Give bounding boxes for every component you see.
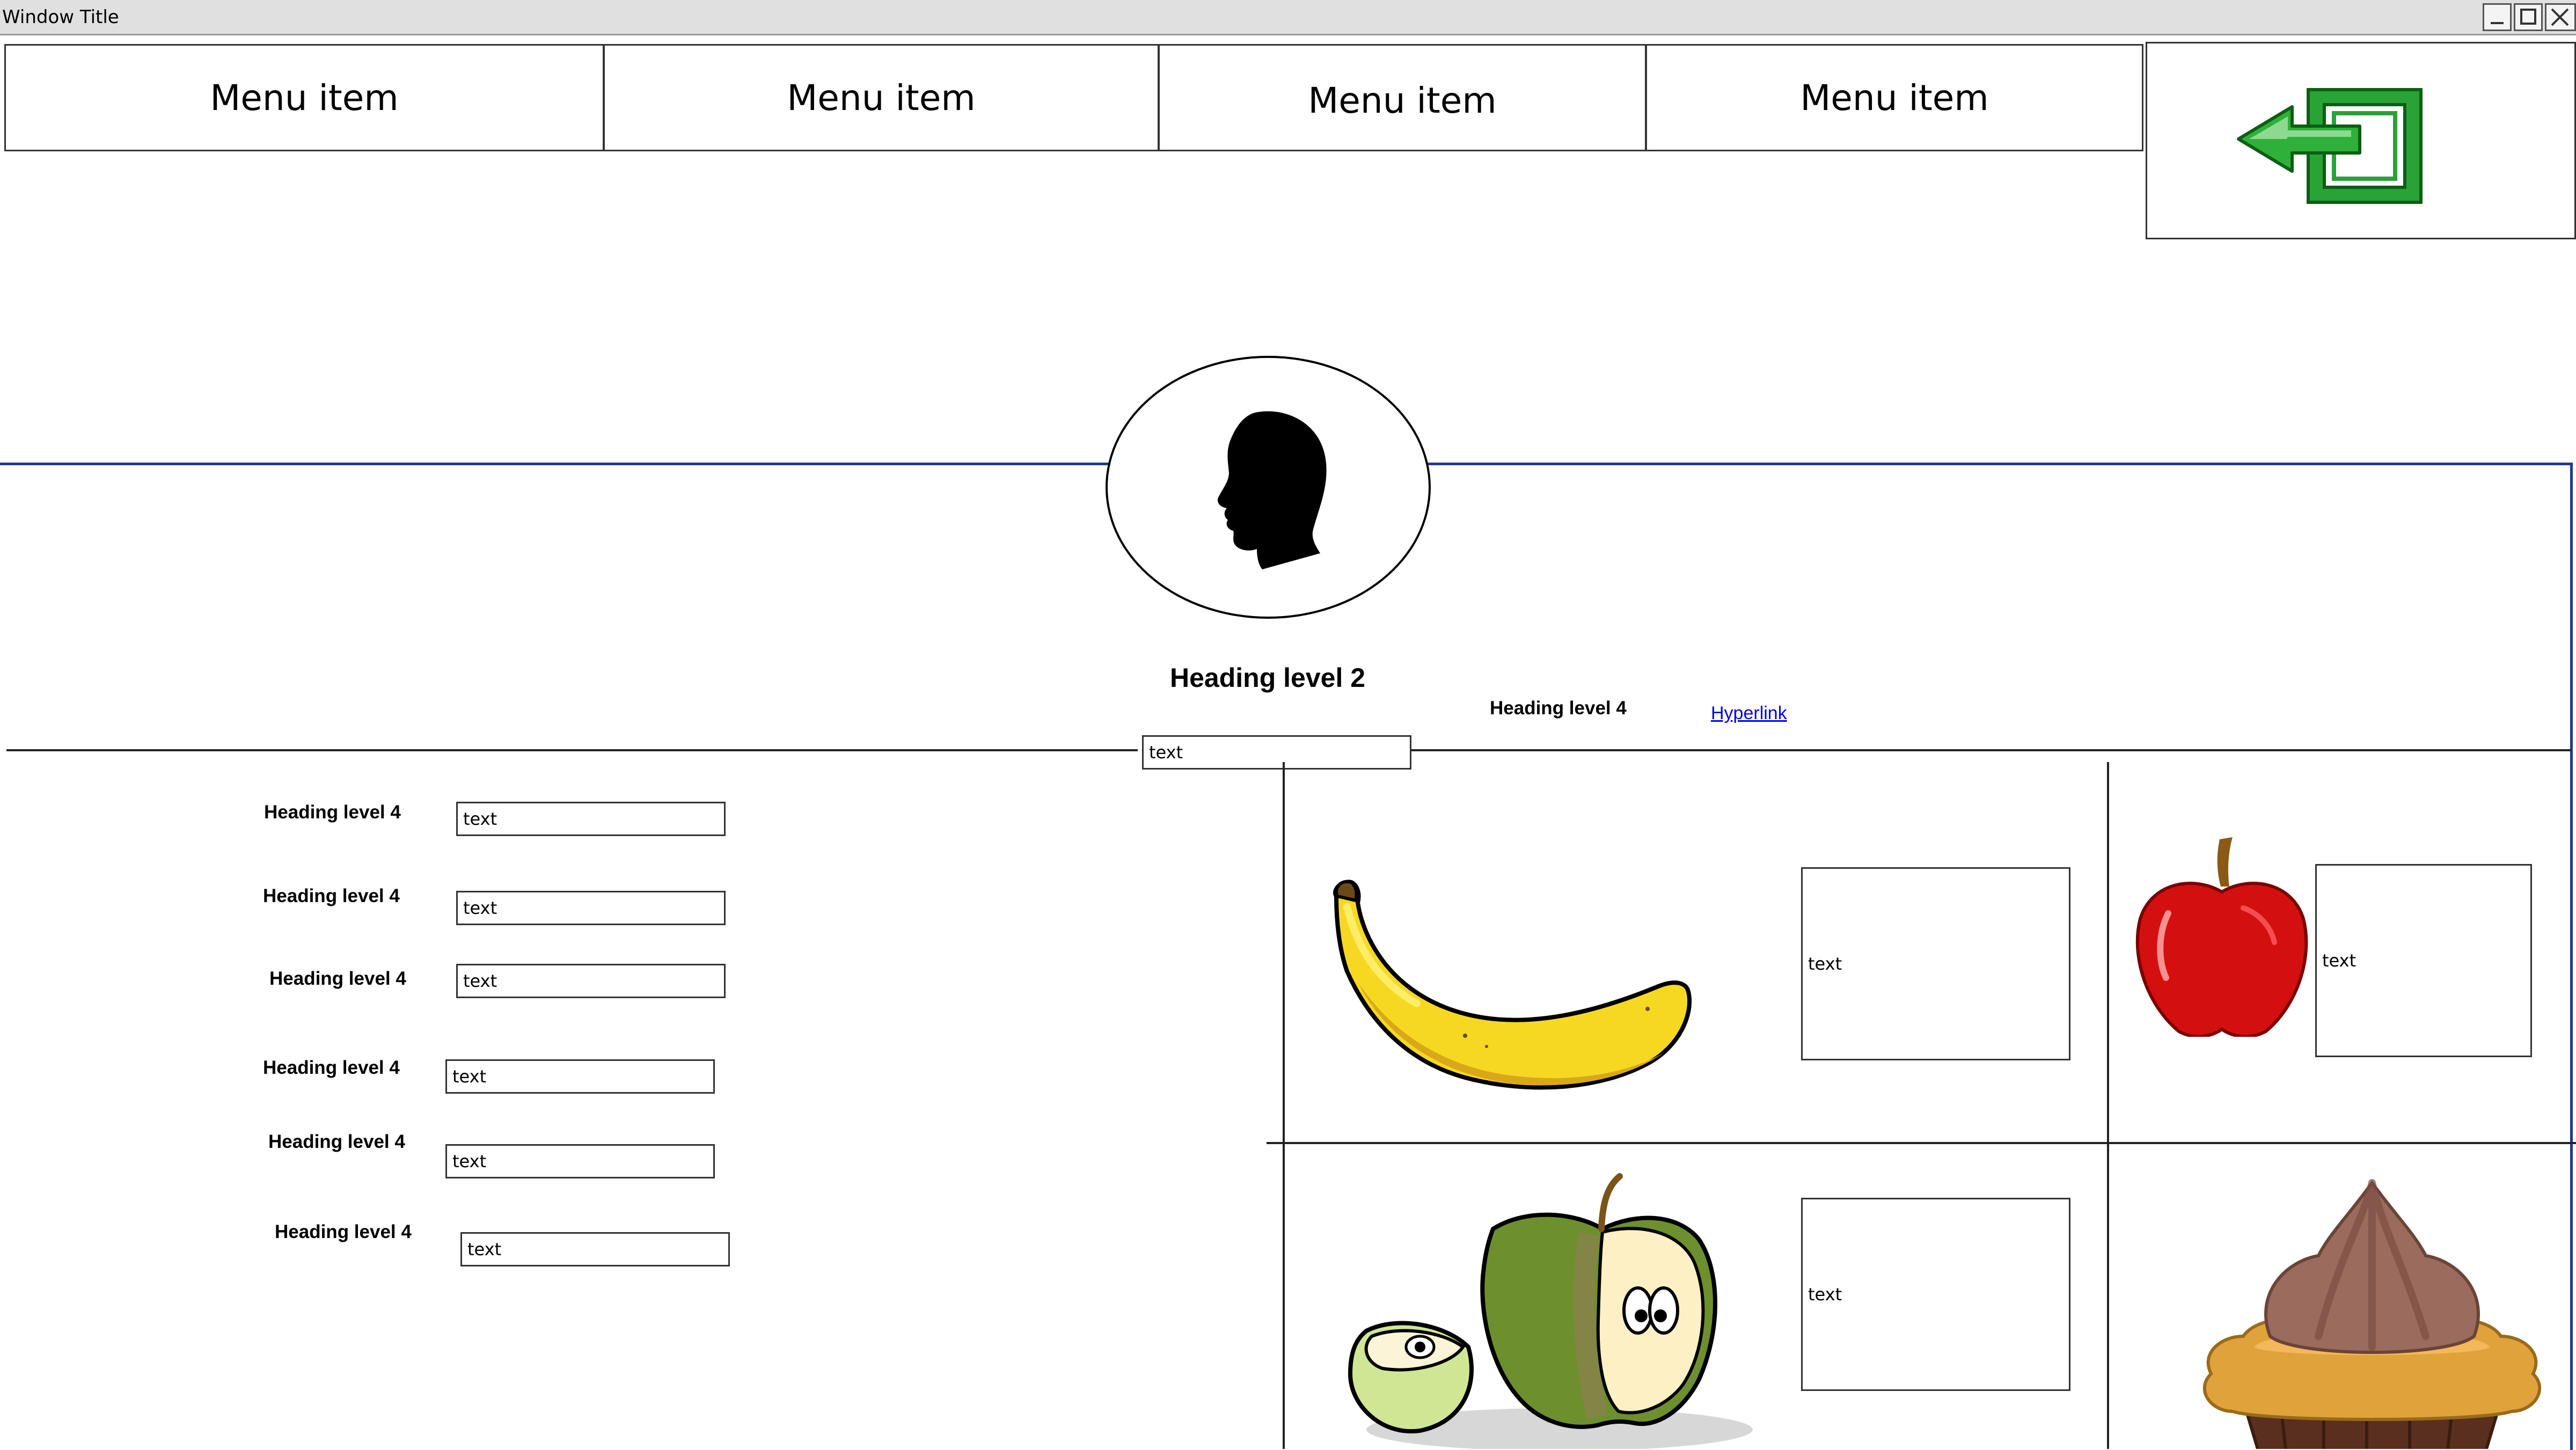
form-label-4: Heading level 4 (263, 1057, 400, 1078)
avatar[interactable] (1106, 356, 1431, 619)
close-button[interactable] (2545, 3, 2576, 31)
minimize-icon (2491, 22, 2504, 24)
grid-line-h (1267, 1142, 2576, 1144)
form-input-1[interactable]: text (456, 802, 726, 836)
menu-item-2[interactable]: Menu item (603, 44, 1159, 151)
head-silhouette-icon (1217, 411, 1327, 569)
cupcake-image (2202, 1179, 2542, 1449)
grid-line-v2 (2107, 762, 2109, 1449)
profile-subheading: Heading level 4 (1490, 698, 1627, 719)
banana-image (1333, 880, 1692, 1090)
logout-button[interactable] (2146, 42, 2576, 239)
menu-item-3[interactable]: Menu item (1158, 44, 1646, 151)
banana-text-box[interactable]: text (1801, 867, 2070, 1060)
apple-image (2135, 837, 2308, 1037)
menu-item-4[interactable]: Menu item (1645, 44, 2143, 151)
profile-hyperlink[interactable]: Hyperlink (1711, 703, 1787, 724)
title-bar: Window Title (0, 0, 2576, 35)
close-icon (2551, 8, 2569, 26)
form-input-2[interactable]: text (456, 891, 726, 925)
maximize-icon (2520, 9, 2536, 25)
maximize-button[interactable] (2514, 3, 2543, 31)
menu-item-1[interactable]: Menu item (4, 44, 604, 151)
divider-left (6, 749, 1138, 751)
minimize-button[interactable] (2483, 3, 2512, 31)
green-apple-image (1348, 1173, 1753, 1449)
form-input-6[interactable]: text (460, 1232, 730, 1266)
form-input-3[interactable]: text (456, 964, 726, 998)
logout-arrow-icon (2237, 88, 2423, 204)
form-input-4[interactable]: text (445, 1059, 715, 1094)
profile-heading: Heading level 2 (1170, 663, 1366, 693)
form-label-3: Heading level 4 (269, 968, 406, 989)
form-label-6: Heading level 4 (275, 1221, 412, 1242)
form-label-5: Heading level 4 (268, 1131, 405, 1152)
profile-text-input[interactable]: text (1142, 735, 1411, 770)
form-label-2: Heading level 4 (263, 885, 400, 906)
apple-slices-text-box[interactable]: text (1801, 1198, 2070, 1391)
window-title: Window Title (2, 6, 119, 28)
divider-right (1411, 749, 2571, 751)
form-label-1: Heading level 4 (264, 802, 401, 823)
grid-line-v1 (1283, 762, 1285, 1449)
apple-text-box[interactable]: text (2315, 864, 2532, 1057)
form-input-5[interactable]: text (445, 1144, 715, 1178)
